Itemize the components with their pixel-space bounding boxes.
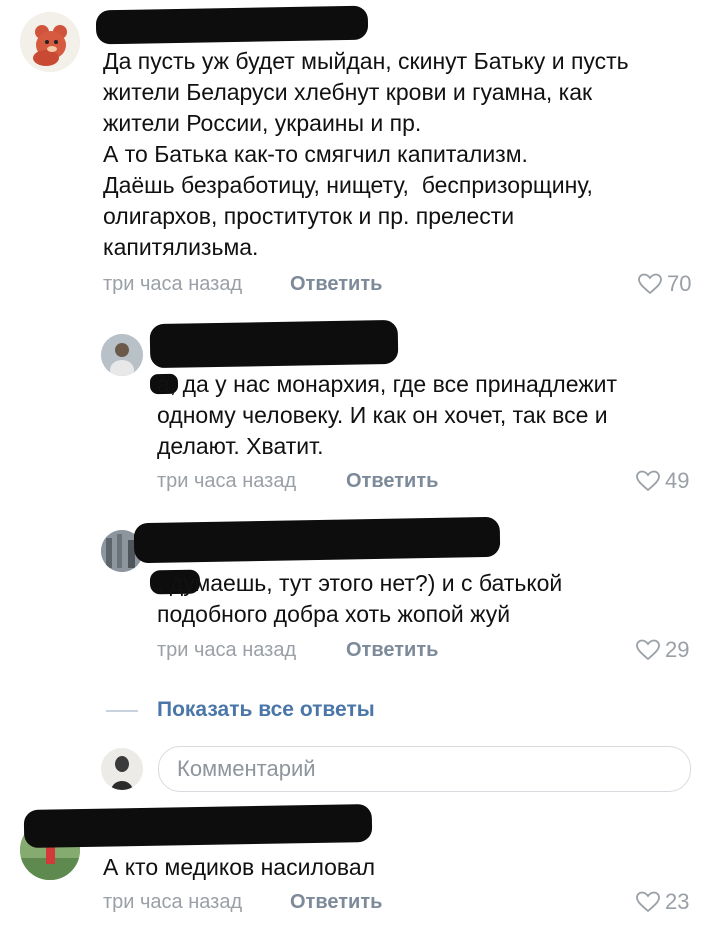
person-avatar-icon (101, 334, 143, 376)
reply-button[interactable]: Ответить (290, 273, 382, 296)
heart-icon (638, 273, 662, 295)
thread-divider (106, 710, 138, 712)
redacted-name (133, 516, 501, 564)
comment-text: а, да у нас монархия, где все принадлежи… (157, 371, 617, 459)
comment-input-placeholder: Комментарий (177, 756, 316, 781)
like-button[interactable]: 23 (635, 889, 689, 915)
comment-time: три часа назад (103, 273, 243, 295)
like-button[interactable]: 29 (635, 637, 689, 663)
avatar[interactable] (101, 334, 143, 376)
like-count: 49 (665, 468, 690, 493)
avatar (101, 748, 143, 790)
heart-icon (636, 891, 660, 913)
heart-icon (636, 639, 660, 661)
redacted-name (23, 803, 373, 849)
comment-time: три часа назад (157, 470, 297, 492)
comment-text: А кто медиков насиловал (103, 854, 376, 880)
reply-button[interactable]: Ответить (346, 470, 438, 493)
reply-button[interactable]: Ответить (290, 891, 382, 914)
comment-time: три часа назад (103, 891, 243, 913)
bear-avatar-icon (20, 12, 80, 72)
comment-text: Да пусть уж будет мыйдан, скинут Батьку … (103, 48, 629, 260)
redacted-name (149, 319, 399, 369)
like-count: 23 (665, 889, 690, 914)
like-button[interactable]: 70 (637, 271, 691, 297)
user-avatar-icon (101, 748, 143, 790)
comment-input[interactable]: Комментарий (158, 746, 691, 792)
redacted-name (95, 5, 369, 45)
avatar[interactable] (20, 12, 80, 72)
like-count: 70 (667, 271, 692, 296)
comment-time: три часа назад (157, 639, 297, 661)
show-all-replies-link[interactable]: Показать все ответы (157, 698, 375, 722)
like-button[interactable]: 49 (635, 468, 689, 494)
heart-icon (636, 470, 660, 492)
comment-text: , думаешь, тут этого нет?) и с батькой п… (157, 570, 563, 627)
reply-button[interactable]: Ответить (346, 639, 438, 662)
like-count: 29 (665, 637, 690, 662)
